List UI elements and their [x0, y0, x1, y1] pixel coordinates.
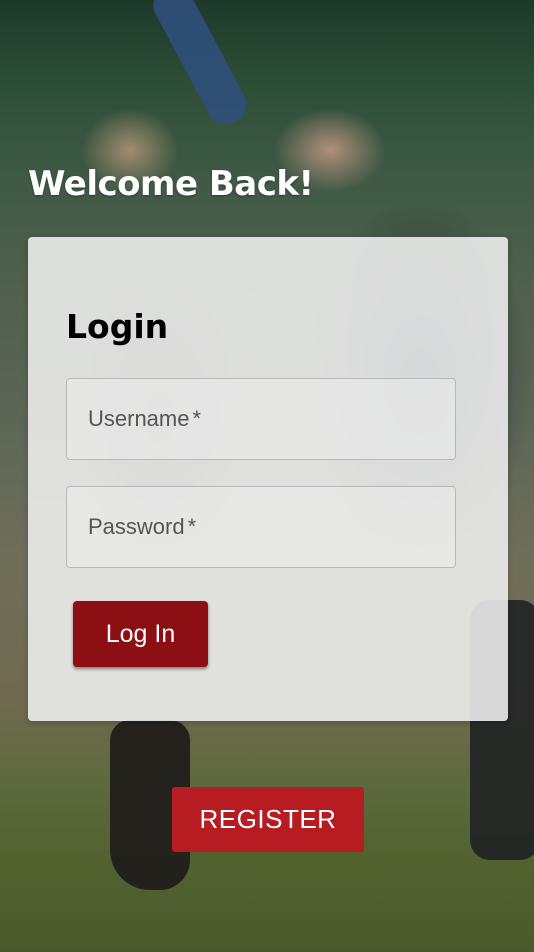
password-input[interactable]: [67, 487, 455, 567]
welcome-heading: Welcome Back!: [28, 164, 314, 204]
login-page: Welcome Back! Login Username * Password * …: [0, 0, 534, 952]
username-input[interactable]: [67, 379, 455, 459]
username-field[interactable]: Username *: [66, 378, 456, 460]
login-title: Login: [66, 307, 169, 346]
password-field[interactable]: Password *: [66, 486, 456, 568]
login-card: Login Username * Password * Log In: [28, 237, 508, 721]
login-button[interactable]: Log In: [73, 601, 208, 667]
register-button[interactable]: REGISTER: [172, 787, 364, 852]
